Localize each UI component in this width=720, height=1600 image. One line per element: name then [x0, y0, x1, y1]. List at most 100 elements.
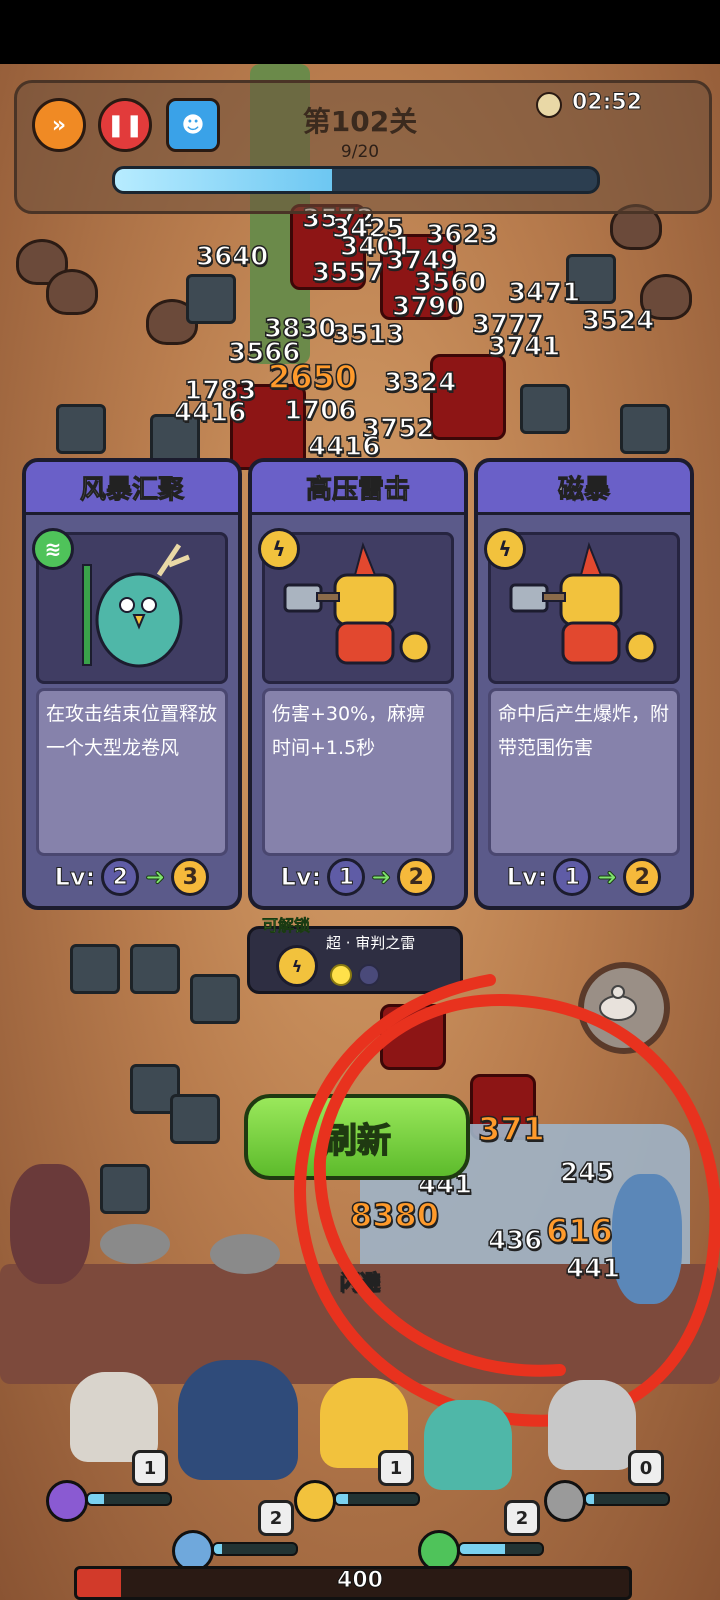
lightning-icon: ϟ [276, 945, 318, 987]
chicken-leg-button[interactable] [578, 962, 670, 1054]
hero-energy-bar [584, 1492, 670, 1506]
feather-icon [46, 1480, 88, 1522]
hero-ice-knight[interactable] [178, 1360, 298, 1480]
refresh-button[interactable]: 刷新 [244, 1094, 470, 1180]
current-level: 1 [553, 858, 592, 896]
enemy-crate [56, 404, 106, 454]
damage-number: 3471 [507, 277, 581, 309]
enemy-crate [186, 274, 236, 324]
enemy-crate [620, 404, 670, 454]
pause-button[interactable]: ❚❚ [98, 98, 152, 152]
fast-forward-button[interactable]: » [32, 98, 86, 152]
arrow-right-icon: ➜ [597, 863, 618, 892]
hero-level: 1 [378, 1450, 414, 1486]
hero-level: 2 [258, 1500, 294, 1536]
enemy-crate [100, 1164, 150, 1214]
codex-button[interactable]: ☻ [166, 98, 220, 152]
damage-number: 1706 [283, 395, 357, 427]
skill-card-thunder[interactable]: 高压雷击 ϟ 伤害+30%，麻痹时间+1.5秒 Lv: 1 ➜ 2 [248, 458, 468, 910]
hero-energy-bar [212, 1542, 298, 1556]
card-description: 在攻击结束位置释放一个大型龙卷风 [36, 688, 228, 856]
level-timer: 02:52 [571, 90, 643, 116]
card-level: Lv: 1 ➜ 2 [478, 858, 690, 896]
enemy-crate [520, 384, 570, 434]
hero-beast[interactable] [548, 1380, 636, 1470]
enemy-red [380, 1004, 446, 1070]
damage-number: 4416 [173, 397, 247, 429]
food-icon [599, 985, 637, 1021]
wave-counter: 9/20 [340, 142, 380, 162]
card-title: 磁暴 [478, 462, 690, 515]
hero-level: 2 [504, 1500, 540, 1536]
dodge-text: 闪避 [339, 1269, 381, 1295]
hero-energy-bar [334, 1492, 420, 1506]
current-level: 1 [327, 858, 366, 896]
turret-base [100, 1224, 170, 1264]
base-hp-value: 400 [337, 1568, 384, 1594]
card-level: Lv: 1 ➜ 2 [252, 858, 464, 896]
enemy-crate [170, 1094, 220, 1144]
hero-energy-bar [458, 1542, 544, 1556]
damage-number-crit: 371 [477, 1109, 545, 1149]
hero-level: 1 [132, 1450, 168, 1486]
enemy-crate [130, 944, 180, 994]
claw-icon [544, 1480, 586, 1522]
clock-icon [536, 92, 562, 118]
hero-energy-bar [86, 1492, 172, 1506]
hero-level: 0 [628, 1450, 664, 1486]
card-description: 伤害+30%，麻痹时间+1.5秒 [262, 688, 454, 856]
wave-progress-fill [115, 169, 332, 191]
ice-dragon-ally [612, 1174, 682, 1304]
card-title: 风暴汇聚 [26, 462, 238, 515]
damage-number-crit: 2650 [267, 357, 358, 397]
damage-number: 3524 [581, 305, 655, 337]
fast-forward-icon: » [51, 112, 67, 138]
arrow-right-icon: ➜ [371, 863, 392, 892]
damage-number: 3790 [391, 291, 465, 323]
damage-number: 245 [559, 1157, 615, 1189]
level-label: Lv: [280, 863, 322, 892]
card-title: 高压雷击 [252, 462, 464, 515]
lightning-icon [294, 1480, 336, 1522]
skill-card-magnetic-storm[interactable]: 磁暴 ϟ 命中后产生爆炸，附带范围伤害 Lv: 1 ➜ 2 [474, 458, 694, 910]
progress-dot-empty [358, 964, 380, 986]
damage-number: 3741 [487, 331, 561, 363]
next-level: 2 [623, 858, 662, 896]
damage-number: 3640 [195, 241, 269, 273]
damage-number-crit: 8380 [349, 1195, 440, 1235]
pause-icon: ❚❚ [106, 112, 144, 138]
base-hp-fill [77, 1569, 122, 1597]
level-title: 第102关 [302, 105, 418, 138]
progress-dot-filled [330, 964, 352, 986]
damage-number: 3557 [311, 257, 385, 289]
skill-card-storm[interactable]: 风暴汇聚 ≋ 在攻击结束位置释放一个大型龙卷风 Lv: 2 ➜ 3 [22, 458, 242, 910]
unlockable-label: 可解锁 [262, 916, 311, 936]
skull-card-icon: ☻ [181, 112, 205, 138]
level-label: Lv: [54, 863, 96, 892]
damage-number-crit: 616 [545, 1211, 613, 1251]
next-level: 3 [171, 858, 210, 896]
current-level: 2 [101, 858, 140, 896]
dragon-ally [10, 1164, 90, 1284]
arrow-right-icon: ➜ [145, 863, 166, 892]
turret-base [210, 1234, 280, 1274]
damage-number: 441 [565, 1253, 621, 1285]
enemy-boar [46, 269, 98, 315]
lightning-icon: ϟ [484, 528, 526, 570]
card-level: Lv: 2 ➜ 3 [26, 858, 238, 896]
hero-druid[interactable] [424, 1400, 512, 1490]
hero-wizard[interactable] [70, 1372, 158, 1462]
level-label: Lv: [506, 863, 548, 892]
damage-number: 3513 [331, 319, 405, 351]
wind-icon: ≋ [32, 528, 74, 570]
enemy-crate [190, 974, 240, 1024]
refresh-label: 刷新 [322, 1120, 392, 1162]
next-level: 2 [397, 858, 436, 896]
wave-progress-bar [112, 166, 600, 194]
enemy-crate [70, 944, 120, 994]
card-description: 命中后产生爆炸，附带范围伤害 [488, 688, 680, 856]
status-bar [0, 0, 720, 64]
lightning-icon: ϟ [258, 528, 300, 570]
damage-number: 3324 [383, 367, 457, 399]
unlockable-skill-name: 超 · 审判之雷 [326, 934, 416, 952]
